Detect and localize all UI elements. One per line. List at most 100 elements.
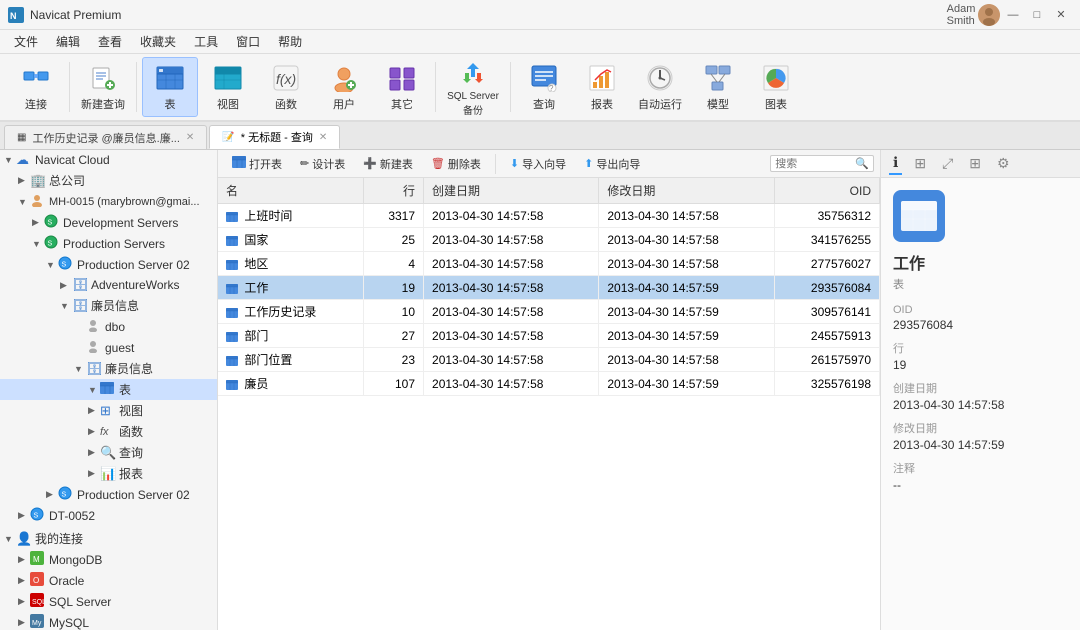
cell-created: 2013-04-30 14:57:58 [424,228,599,252]
my-conn-icon: 👤 [16,531,32,547]
export-wizard-button[interactable]: ⬆ 导出向导 [576,154,648,174]
sidebar-item-company[interactable]: ▶ 🏢 总公司 [0,170,217,191]
sidebar-item-guest[interactable]: guest [0,337,217,358]
sidebar-item-dbo[interactable]: dbo [0,316,217,337]
new-table-button[interactable]: ➕ 新建表 [355,154,421,174]
database-icon: 🗄 [72,277,88,293]
connect-button[interactable]: 连接 [8,58,64,116]
table-row[interactable]: 工作 19 2013-04-30 14:57:58 2013-04-30 14:… [218,276,880,300]
rp-tab-grid[interactable]: ⊞ [965,153,985,174]
new-query-button[interactable]: 新建查询 [75,58,131,116]
expand-arrow-icon: ▼ [46,260,58,270]
expand-arrow-icon: ▶ [88,468,100,479]
delete-table-icon: 🗑 [431,157,445,170]
obj-search[interactable]: 🔍 [770,155,874,172]
delete-table-button[interactable]: 🗑 删除表 [423,154,489,174]
sidebar-item-db-role-info[interactable]: ▼ 🗄 廉员信息 [0,358,217,379]
titlebar: N Navicat Premium Adam Smith — □ ✕ [0,0,1080,30]
tab-history-close[interactable]: ✕ [186,132,194,143]
expand-arrow-icon: ▶ [18,510,30,521]
tab-query-icon: 📝 [222,132,234,143]
sidebar-item-prod-servers[interactable]: ▼ S Production Servers [0,233,217,254]
toolbar-divider-3 [435,62,436,112]
sidebar-item-report[interactable]: ▶ 📊 报表 [0,463,217,484]
sidebar-item-adventure-works[interactable]: ▶ 🗄 AdventureWorks [0,275,217,295]
user-button[interactable]: 用户 [316,58,372,116]
dt-label: DT-0052 [49,509,95,523]
view-tree-icon: ⊞ [100,403,116,419]
table-row[interactable]: 部门位置 23 2013-04-30 14:57:58 2013-04-30 1… [218,348,880,372]
cell-rows: 19 [364,276,424,300]
open-table-button[interactable]: 打开表 [224,154,290,174]
cell-oid: 309576141 [774,300,879,324]
table-row[interactable]: 廉员 107 2013-04-30 14:57:58 2013-04-30 14… [218,372,880,396]
sidebar-item-prod-server-02[interactable]: ▼ S Production Server 02 [0,254,217,275]
sidebar-item-function[interactable]: ▶ fx 函数 [0,421,217,442]
rp-oid-value: 293576084 [893,318,1068,332]
report-button[interactable]: 报表 [574,58,630,116]
function-button[interactable]: f(x) 函数 [258,58,314,116]
cell-oid: 35756312 [774,204,879,228]
rp-tab-info[interactable]: ℹ [889,152,902,175]
auto-run-button[interactable]: 自动运行 [632,58,688,116]
tab-history[interactable]: ▦ 工作历史记录 @廉员信息.廉... ✕ [4,125,207,149]
maximize-button[interactable]: □ [1026,4,1048,26]
sidebar-item-table[interactable]: ▼ 表 [0,379,217,400]
table-button[interactable]: 表 [142,57,198,117]
sidebar-item-oracle[interactable]: ▶ O Oracle [0,570,217,591]
menu-edit[interactable]: 编辑 [48,31,88,52]
expand-arrow-icon: ▶ [18,175,30,186]
sidebar-item-my-connections[interactable]: ▼ 👤 我的连接 [0,528,217,549]
chart-label: 图表 [765,96,787,112]
tab-query-close[interactable]: ✕ [319,132,327,143]
chart-button[interactable]: 图表 [748,58,804,116]
search-input[interactable] [775,158,855,170]
minimize-button[interactable]: — [1002,4,1024,26]
other-button[interactable]: 其它 [374,58,430,116]
menu-view[interactable]: 查看 [90,31,130,52]
rp-table-icon [893,190,945,242]
import-wizard-button[interactable]: ⬇ 导入向导 [502,154,574,174]
menu-window[interactable]: 窗口 [228,31,268,52]
sidebar-item-view[interactable]: ▶ ⊞ 视图 [0,400,217,421]
sidebar-item-mongodb[interactable]: ▶ M MongoDB [0,549,217,570]
toolbar-divider-1 [69,62,70,112]
model-button[interactable]: 模型 [690,58,746,116]
sidebar-item-query[interactable]: ▶ 🔍 查询 [0,442,217,463]
sidebar-item-dev-servers[interactable]: ▶ S Development Servers [0,212,217,233]
rp-tab-preview[interactable]: ⊞ [910,153,930,174]
query-toolbar-button[interactable]: ? 查询 [516,58,572,116]
sqlserver-backup-button[interactable]: SQL Server 备份 [441,53,505,121]
design-table-button[interactable]: ✏ 设计表 [292,154,353,174]
report-label: 报表 [591,96,613,112]
sidebar-item-sqlserver[interactable]: ▶ SQL SQL Server [0,591,217,612]
tab-history-icon: ▦ [17,132,26,143]
new-query-label: 新建查询 [81,96,125,112]
table-row[interactable]: 工作历史记录 10 2013-04-30 14:57:58 2013-04-30… [218,300,880,324]
sidebar-item-prod-server-02b[interactable]: ▶ S Production Server 02 [0,484,217,505]
rp-tab-settings[interactable]: ⚙ [993,153,1014,174]
sidebar-item-mysql[interactable]: ▶ My MySQL [0,612,217,630]
tab-query[interactable]: 📝 * 无标题 - 查询 ✕ [209,125,340,149]
sidebar-item-role-info[interactable]: ▼ 🗄 廉员信息 [0,295,217,316]
new-table-icon: ➕ [363,157,377,170]
sidebar-item-dt0052[interactable]: ▶ S DT-0052 [0,505,217,526]
sidebar-item-mh0015[interactable]: ▼ MH-0015 (marybrown@gmai... [0,191,217,212]
view-button[interactable]: 视图 [200,58,256,116]
menu-help[interactable]: 帮助 [270,31,310,52]
menu-favorites[interactable]: 收藏夹 [132,31,184,52]
table-row[interactable]: 部门 27 2013-04-30 14:57:58 2013-04-30 14:… [218,324,880,348]
table-icon [156,66,184,90]
rp-tab-expand[interactable]: ⤢ [938,153,957,174]
titlebar-controls: Adam Smith — □ ✕ [950,4,1072,26]
sidebar-item-navicat-cloud[interactable]: ▼ ☁ Navicat Cloud [0,150,217,170]
toolbar-divider-4 [510,62,511,112]
menu-file[interactable]: 文件 [6,31,46,52]
menu-tools[interactable]: 工具 [186,31,226,52]
table-row[interactable]: 地区 4 2013-04-30 14:57:58 2013-04-30 14:5… [218,252,880,276]
expand-arrow-icon: ▶ [88,447,100,458]
table-row[interactable]: 上班时间 3317 2013-04-30 14:57:58 2013-04-30… [218,204,880,228]
close-button[interactable]: ✕ [1050,4,1072,26]
table-row[interactable]: 国家 25 2013-04-30 14:57:58 2013-04-30 14:… [218,228,880,252]
query-icon: ? [530,64,558,92]
